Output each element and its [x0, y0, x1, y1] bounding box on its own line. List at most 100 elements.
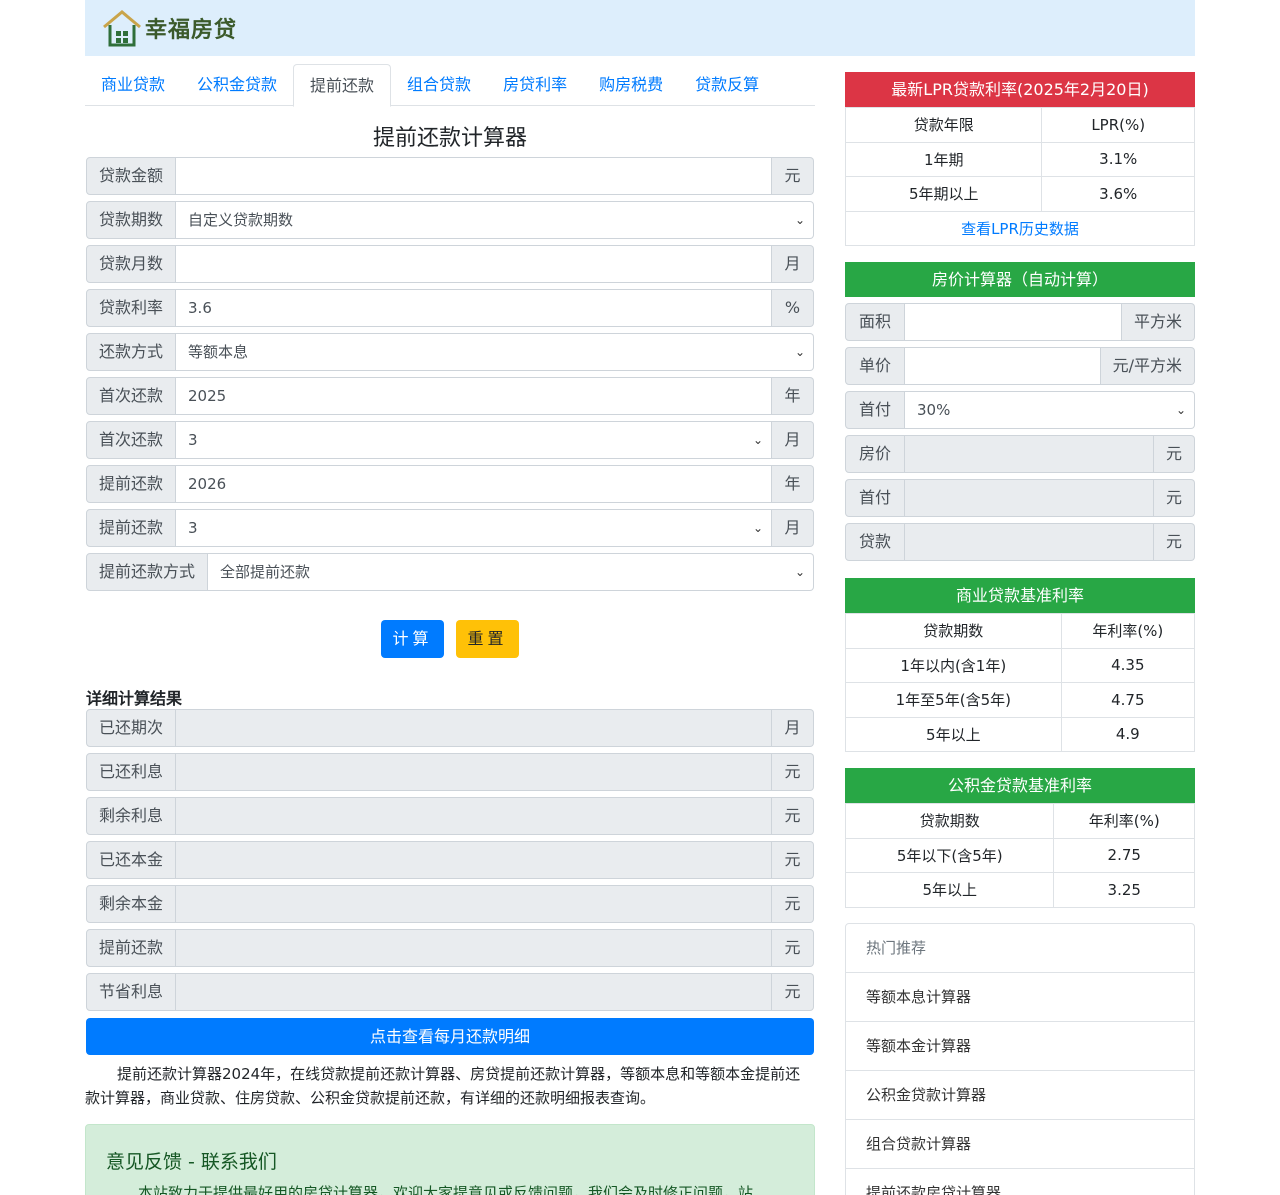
- table-cell: 5年期以上: [844, 176, 1043, 212]
- house-price-row: 房价 元: [845, 435, 1195, 473]
- loan-amount-input[interactable]: [176, 157, 772, 195]
- lpr-table: 贷款年限 LPR(%) 1年期 3.1% 5年期以上 3.6% 查看LPR历史数…: [844, 107, 1195, 246]
- saved-interest-label: 节省利息: [86, 973, 177, 1011]
- logo[interactable]: 幸福房贷: [101, 7, 237, 49]
- remaining-principal-unit: 元: [772, 885, 814, 923]
- first-repay-month-value: 3: [188, 431, 198, 449]
- prepayment-form: 贷款金额 元 贷款期数 自定义贷款期数 ⌄ 贷款月数 月 贷款利率 3.6 % 还…: [86, 157, 814, 597]
- calculator-tabs: 商业贷款 公积金贷款 提前还款 组合贷款 房贷利率 购房税费 贷款反算: [85, 64, 815, 107]
- list-item[interactable]: 等额本息计算器: [846, 973, 1194, 1022]
- down-payment-value: [905, 479, 1154, 517]
- price-calculator-card: 房价计算器（自动计算） 面积 平方米 单价 元/平方米 首付 30% ⌄ 房价 元…: [845, 262, 1195, 567]
- table-row: 5年以上 4.9: [845, 716, 1196, 752]
- feedback-title: 意见反馈 - 联系我们: [106, 1151, 277, 1173]
- down-payment-ratio-select[interactable]: 30% ⌄: [905, 391, 1195, 429]
- loan-term-select[interactable]: 自定义贷款期数 ⌄: [176, 201, 814, 239]
- prepay-year-unit: 年: [772, 465, 814, 503]
- monthly-detail-button[interactable]: 点击查看每月还款明细: [86, 1018, 814, 1055]
- table-cell: 5年以上: [845, 716, 1062, 752]
- lpr-title: 最新LPR贷款利率(2025年2月20日): [845, 72, 1195, 107]
- table-cell: 4.35: [1060, 647, 1196, 683]
- result-row: 剩余利息 元: [86, 797, 814, 835]
- prepay-year-label: 提前还款: [86, 465, 177, 503]
- table-header-row: 贷款期数 年利率(%): [844, 803, 1195, 839]
- tab-reverse-calc[interactable]: 贷款反算: [679, 64, 775, 106]
- chevron-down-icon: ⌄: [794, 213, 805, 227]
- results-panel: 已还期次 月 已还利息 元 剩余利息 元 已还本金 元 剩余本金 元 提前还款 …: [86, 709, 814, 1017]
- form-actions: 计算 重置: [85, 620, 815, 658]
- table-cell: 3.25: [1053, 872, 1195, 908]
- remaining-interest-unit: 元: [772, 797, 814, 835]
- feedback-text: 本站致力于提供最好用的房贷计算器，欢迎大家提意见或反馈问题，我们会及时修正问题，…: [138, 1184, 754, 1195]
- loan-rate-unit: %: [772, 289, 814, 327]
- commercial-rates-card: 商业贷款基准利率 贷款期数 年利率(%) 1年以内(含1年) 4.35 1年至5…: [845, 578, 1196, 752]
- repay-method-select[interactable]: 等额本息 ⌄: [176, 333, 814, 371]
- prepay-method-select[interactable]: 全部提前还款 ⌄: [208, 553, 814, 591]
- tab-loan-rates[interactable]: 房贷利率: [487, 64, 583, 106]
- table-header-row: 贷款年限 LPR(%): [844, 107, 1195, 143]
- fund-rates-title: 公积金贷款基准利率: [845, 768, 1195, 803]
- down-payment-ratio-label: 首付: [845, 391, 906, 429]
- table-cell: 4.75: [1060, 682, 1196, 718]
- loan-term-value: 自定义贷款期数: [188, 211, 294, 229]
- first-repay-month-label: 首次还款: [86, 421, 177, 459]
- page-description: 提前还款计算器2024年，在线贷款提前还款计算器、房贷提前还款计算器，等额本息和…: [85, 1065, 801, 1107]
- unit-price-input[interactable]: [905, 347, 1101, 385]
- table-row: 5年以下(含5年) 2.75: [844, 837, 1195, 873]
- first-repay-year-input[interactable]: 2025: [176, 377, 772, 415]
- house-price-value: [905, 435, 1154, 473]
- first-repay-year-row: 首次还款 2025 年: [86, 377, 814, 415]
- recommend-title: 热门推荐: [846, 924, 1194, 973]
- list-item[interactable]: 提前还款房贷计算器: [846, 1169, 1194, 1195]
- house-price-unit: 元: [1153, 435, 1195, 473]
- chevron-down-icon: ⌄: [794, 565, 805, 579]
- result-row: 剩余本金 元: [86, 885, 814, 923]
- list-item[interactable]: 组合贷款计算器: [846, 1120, 1194, 1169]
- loan-rate-input[interactable]: 3.6: [176, 289, 772, 327]
- first-repay-year-unit: 年: [772, 377, 814, 415]
- table-row: 5年期以上 3.6%: [844, 176, 1195, 212]
- area-input[interactable]: [905, 303, 1122, 341]
- prepay-year-input[interactable]: 2026: [176, 465, 772, 503]
- first-repay-year-label: 首次还款: [86, 377, 177, 415]
- prepay-month-select[interactable]: 3 ⌄: [176, 509, 772, 547]
- tab-prepayment[interactable]: 提前还款: [293, 64, 392, 107]
- loan-months-input[interactable]: [176, 245, 772, 283]
- loan-term-row: 贷款期数 自定义贷款期数 ⌄: [86, 201, 814, 239]
- remaining-principal-label: 剩余本金: [86, 885, 177, 923]
- commercial-rates-title: 商业贷款基准利率: [845, 578, 1195, 613]
- unit-price-row: 单价 元/平方米: [845, 347, 1195, 385]
- loan-unit: 元: [1153, 523, 1195, 561]
- down-payment-unit: 元: [1153, 479, 1195, 517]
- list-item[interactable]: 公积金贷款计算器: [846, 1071, 1194, 1120]
- tab-combined-loan[interactable]: 组合贷款: [391, 64, 487, 106]
- table-row: 1年至5年(含5年) 4.75: [845, 682, 1196, 718]
- loan-months-row: 贷款月数 月: [86, 245, 814, 283]
- table-cell: 1年期: [844, 141, 1043, 177]
- tab-commercial-loan[interactable]: 商业贷款: [85, 64, 181, 106]
- prepay-method-row: 提前还款方式 全部提前还款 ⌄: [86, 553, 814, 591]
- paid-principal-label: 已还本金: [86, 841, 177, 879]
- tab-purchase-tax[interactable]: 购房税费: [583, 64, 679, 106]
- lpr-history-link[interactable]: 查看LPR历史数据: [845, 210, 1195, 246]
- prepay-method-label: 提前还款方式: [86, 553, 209, 591]
- paid-periods-value: [176, 709, 772, 747]
- table-header-cell: 年利率(%): [1053, 803, 1195, 839]
- loan-amount-label: 贷款金额: [86, 157, 177, 195]
- reset-button[interactable]: 重置: [456, 620, 519, 658]
- loan-months-label: 贷款月数: [86, 245, 177, 283]
- paid-interest-label: 已还利息: [86, 753, 177, 791]
- paid-principal-unit: 元: [772, 841, 814, 879]
- tab-fund-loan[interactable]: 公积金贷款: [181, 64, 293, 106]
- unit-price-label: 单价: [845, 347, 906, 385]
- brand-name: 幸福房贷: [145, 17, 238, 43]
- down-payment-row: 首付 元: [845, 479, 1195, 517]
- prepay-amount-unit: 元: [772, 929, 814, 967]
- table-cell: 5年以下(含5年): [844, 837, 1055, 873]
- first-repay-month-select[interactable]: 3 ⌄: [176, 421, 772, 459]
- table-row: 查看LPR历史数据: [845, 210, 1195, 246]
- loan-rate-row: 贷款利率 3.6 %: [86, 289, 814, 327]
- calculate-button[interactable]: 计算: [381, 620, 444, 658]
- lpr-card: 最新LPR贷款利率(2025年2月20日) 贷款年限 LPR(%) 1年期 3.…: [844, 72, 1195, 246]
- list-item[interactable]: 等额本金计算器: [846, 1022, 1194, 1071]
